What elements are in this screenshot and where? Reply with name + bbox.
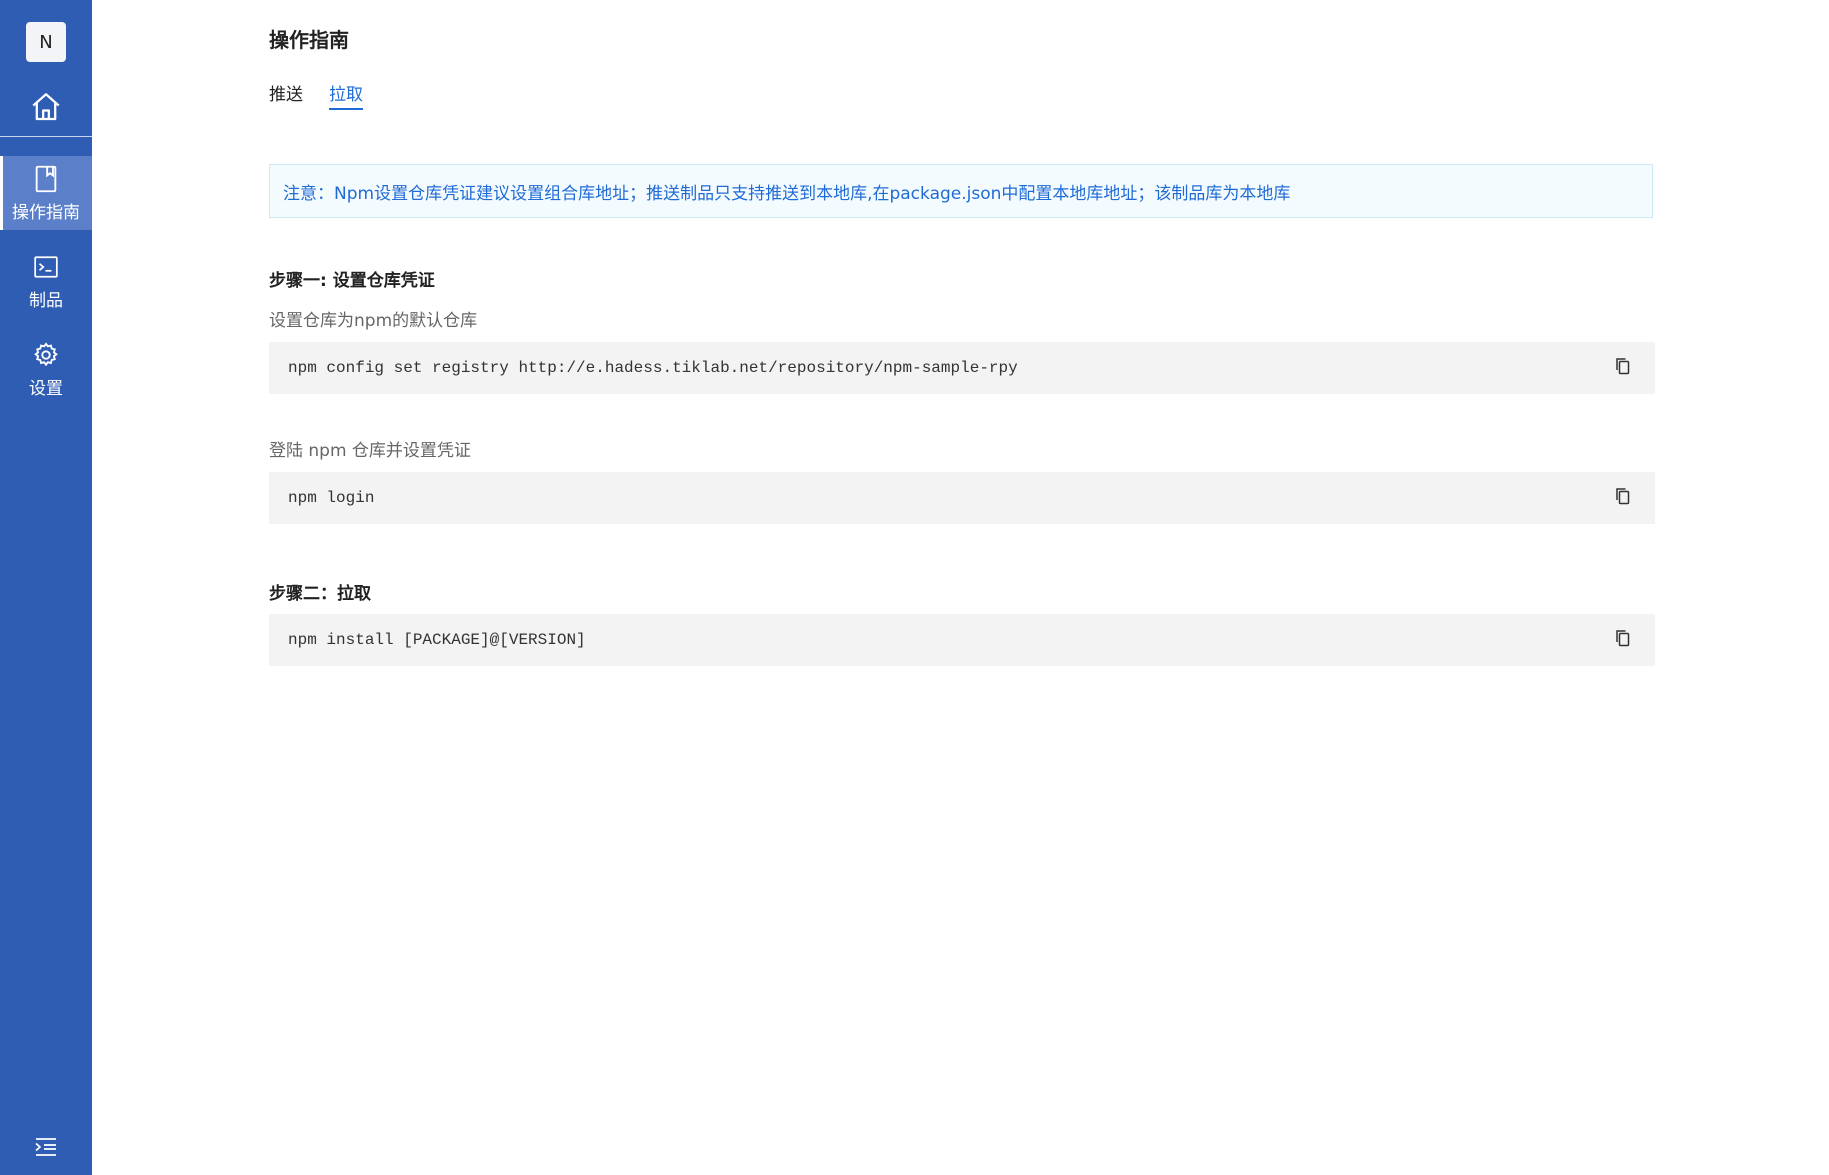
code-block-login: npm login [269, 472, 1655, 524]
code-text: npm config set registry http://e.hadess.… [288, 359, 1018, 377]
tab-pull[interactable]: 拉取 [329, 80, 363, 110]
book-icon [34, 164, 58, 194]
step1-desc-login: 登陆 npm 仓库并设置凭证 [269, 441, 471, 461]
code-block-registry: npm config set registry http://e.hadess.… [269, 342, 1655, 394]
sidebar: N 操作指南 制品 设置 [0, 0, 92, 1175]
sidebar-item-label: 设置 [29, 378, 63, 399]
page-title: 操作指南 [269, 28, 349, 52]
copy-button[interactable] [1613, 627, 1633, 649]
avatar[interactable]: N [26, 22, 66, 62]
home-button[interactable] [0, 82, 92, 132]
menu-indent-icon [35, 1138, 56, 1156]
copy-button[interactable] [1613, 485, 1633, 507]
notice-banner: 注意：Npm设置仓库凭证建议设置组合库地址；推送制品只支持推送到本地库,在pac… [269, 164, 1653, 218]
gear-icon [32, 340, 60, 370]
copy-icon [1616, 488, 1630, 505]
tab-push[interactable]: 推送 [269, 80, 303, 110]
code-text: npm install [PACKAGE]@[VERSION] [288, 631, 586, 649]
copy-icon [1616, 630, 1630, 647]
sidebar-item-settings[interactable]: 设置 [0, 332, 92, 406]
terminal-icon [33, 252, 59, 282]
copy-icon [1616, 358, 1630, 375]
step1-desc-registry: 设置仓库为npm的默认仓库 [269, 311, 478, 331]
code-text: npm login [288, 489, 375, 507]
sidebar-item-artifacts[interactable]: 制品 [0, 244, 92, 318]
tab-bar: 推送 拉取 [269, 80, 363, 110]
sidebar-divider [0, 136, 92, 137]
notice-text: 注意：Npm设置仓库凭证建议设置组合库地址；推送制品只支持推送到本地库,在pac… [283, 183, 1291, 204]
collapse-menu-button[interactable] [0, 1130, 92, 1164]
step2-title: 步骤二：拉取 [269, 584, 371, 604]
avatar-letter: N [39, 31, 53, 53]
home-icon [32, 93, 60, 121]
sidebar-item-guide[interactable]: 操作指南 [0, 156, 92, 230]
code-block-install: npm install [PACKAGE]@[VERSION] [269, 614, 1655, 666]
sidebar-item-label: 制品 [29, 290, 63, 311]
step1-title: 步骤一: 设置仓库凭证 [269, 271, 435, 291]
sidebar-item-label: 操作指南 [12, 202, 80, 223]
copy-button[interactable] [1613, 355, 1633, 377]
